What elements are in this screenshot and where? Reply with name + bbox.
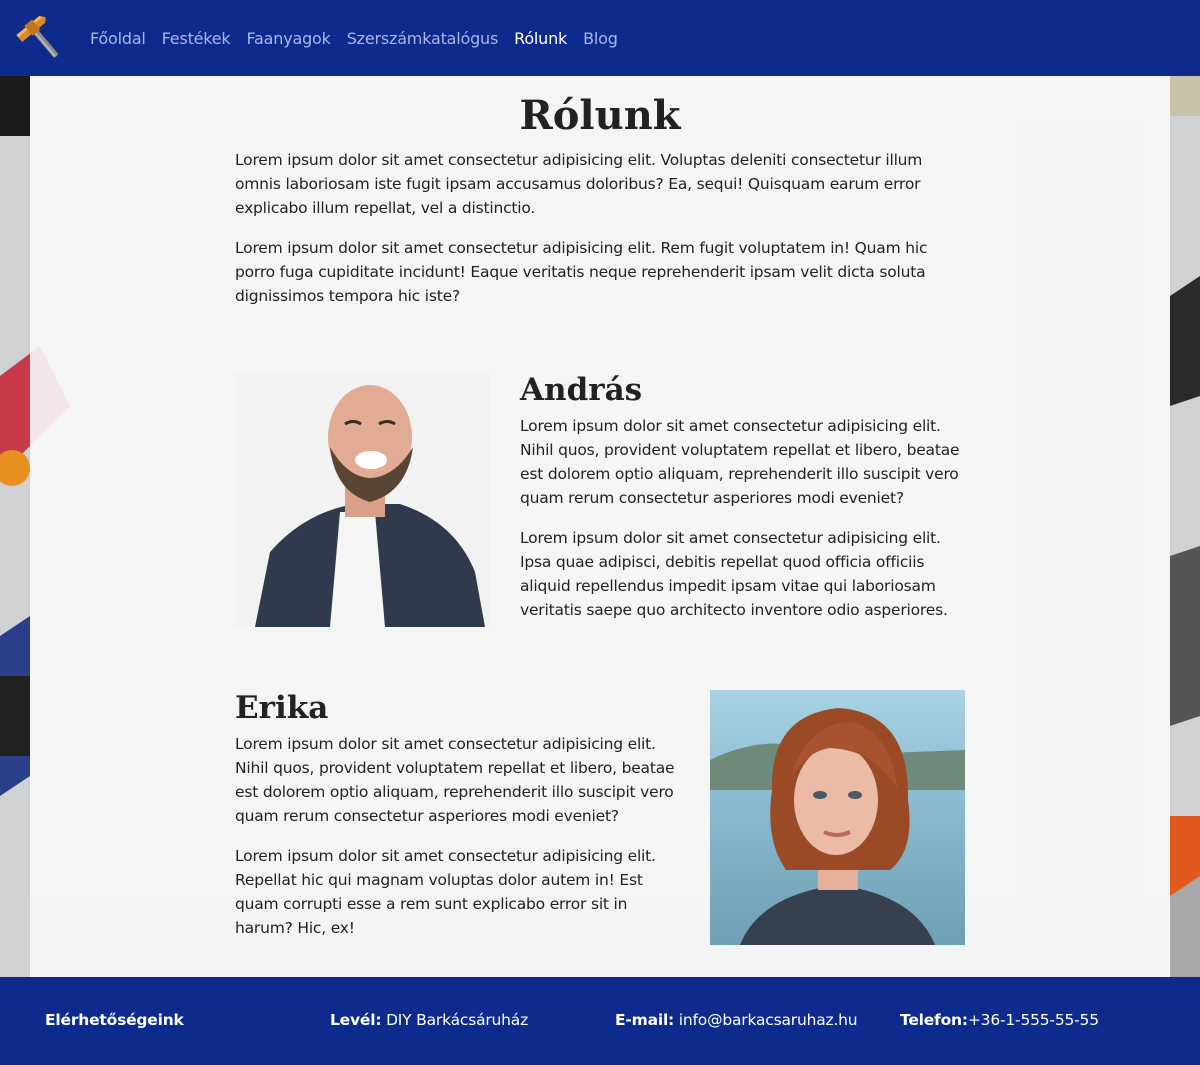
footer-email: E-mail: info@barkacsaruhaz.hu xyxy=(615,1011,858,1029)
erika-name: Erika xyxy=(235,690,329,726)
nav-item-fooldal[interactable]: Főoldal xyxy=(90,29,146,48)
footer-mail-value: DIY Barkácsáruház xyxy=(386,1011,529,1029)
andras-paragraph-2: Lorem ipsum dolor sit amet consectetur a… xyxy=(520,529,948,619)
nav-item-faanyagok[interactable]: Faanyagok xyxy=(247,29,331,48)
andras-paragraph-1: Lorem ipsum dolor sit amet consectetur a… xyxy=(520,417,960,507)
footer-phone: Telefon:+36-1-555-55-55 xyxy=(900,1011,1099,1029)
intro-paragraph-1: Lorem ipsum dolor sit amet consectetur a… xyxy=(235,151,923,217)
nav-item-rolunk[interactable]: Rólunk xyxy=(514,29,567,48)
top-navbar: Főoldal Festékek Faanyagok Szerszámkatal… xyxy=(0,0,1200,76)
footer-phone-label: Telefon: xyxy=(900,1011,968,1029)
footer-heading: Elérhetőségeink xyxy=(45,1011,184,1029)
intro-section: Lorem ipsum dolor sit amet consectetur a… xyxy=(235,148,935,324)
andras-name: András xyxy=(520,372,643,408)
footer-phone-value[interactable]: +36-1-555-55-55 xyxy=(968,1011,1099,1029)
andras-bio: András Lorem ipsum dolor sit amet consec… xyxy=(520,372,970,638)
erika-photo xyxy=(710,690,965,945)
erika-paragraph-2: Lorem ipsum dolor sit amet consectetur a… xyxy=(235,847,656,937)
nav-item-szerszamkatalogus[interactable]: Szerszámkatalógus xyxy=(347,29,499,48)
andras-photo xyxy=(235,372,490,627)
footer-mail-label: Levél: xyxy=(330,1011,382,1029)
footer: Elérhetőségeink Levél: DIY Barkácsáruház… xyxy=(0,977,1200,1065)
page-title: Rólunk xyxy=(519,92,681,139)
erika-paragraph-1: Lorem ipsum dolor sit amet consectetur a… xyxy=(235,735,675,825)
nav-menu: Főoldal Festékek Faanyagok Szerszámkatal… xyxy=(90,0,634,76)
footer-mail: Levél: DIY Barkácsáruház xyxy=(330,1011,528,1029)
intro-paragraph-2: Lorem ipsum dolor sit amet consectetur a… xyxy=(235,239,928,305)
hammer-icon[interactable] xyxy=(14,12,68,64)
footer-email-label: E-mail: xyxy=(615,1011,675,1029)
nav-item-festekek[interactable]: Festékek xyxy=(162,29,231,48)
footer-email-value[interactable]: info@barkacsaruhaz.hu xyxy=(679,1011,858,1029)
erika-bio: Erika Lorem ipsum dolor sit amet consect… xyxy=(235,690,685,956)
nav-item-blog[interactable]: Blog xyxy=(583,29,618,48)
